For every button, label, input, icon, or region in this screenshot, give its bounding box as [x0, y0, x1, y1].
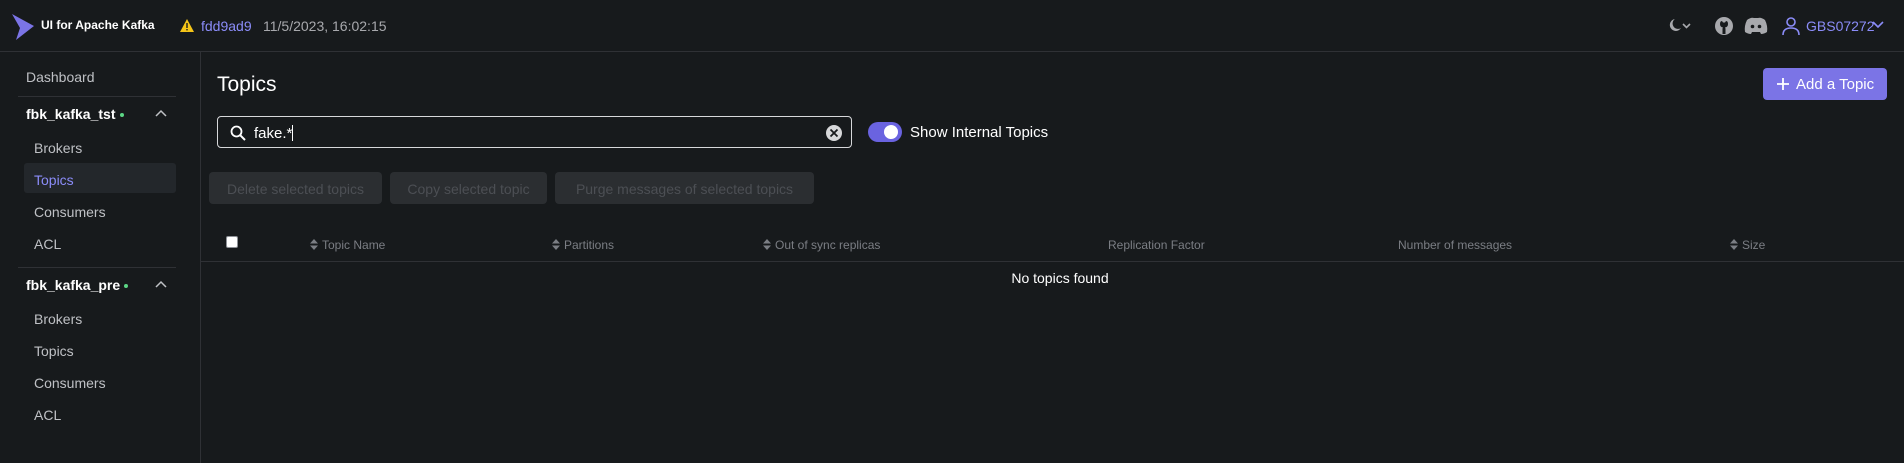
- column-size[interactable]: Size: [1730, 238, 1765, 252]
- column-label: Partitions: [564, 238, 615, 252]
- warning-icon: [180, 19, 194, 32]
- sidebar-item-acl[interactable]: ACL: [34, 407, 61, 423]
- sidebar-item-brokers[interactable]: Brokers: [34, 311, 82, 327]
- sort-icon: [1730, 239, 1738, 250]
- empty-table-message: No topics found: [1011, 270, 1109, 286]
- chevron-down-icon[interactable]: [1872, 20, 1884, 30]
- toggle-label: Show Internal Topics: [910, 124, 1049, 141]
- sidebar-item-brokers[interactable]: Brokers: [34, 140, 82, 156]
- column-partitions[interactable]: Partitions: [552, 238, 614, 252]
- column-topic-name[interactable]: Topic Name: [310, 238, 385, 252]
- github-icon[interactable]: [1714, 16, 1734, 36]
- sidebar-item-topics[interactable]: Topics: [34, 172, 74, 188]
- column-number-of-messages: Number of messages: [1398, 238, 1513, 252]
- table-header: Topic Name Partitions Out of sync replic…: [201, 230, 1904, 262]
- search-text: fake.*: [254, 125, 293, 142]
- column-label: Out of sync replicas: [775, 238, 881, 252]
- column-label: Size: [1742, 238, 1766, 252]
- divider: [18, 267, 176, 268]
- show-internal-topics-toggle[interactable]: [868, 122, 902, 142]
- kafka-logo-icon[interactable]: [10, 14, 34, 40]
- toggle-knob: [884, 125, 898, 139]
- sidebar-item-consumers[interactable]: Consumers: [34, 375, 106, 391]
- commit-link[interactable]: fdd9ad9: [201, 18, 252, 34]
- delete-selected-topics-button[interactable]: Delete selected topics: [209, 172, 382, 204]
- moon-icon: [1669, 19, 1691, 31]
- sort-icon: [763, 239, 771, 250]
- column-out-of-sync-replicas[interactable]: Out of sync replicas: [763, 238, 880, 252]
- cluster-fbk-kafka-tst[interactable]: fbk_kafka_tst: [26, 106, 124, 122]
- plus-icon: [1777, 78, 1789, 90]
- user-name[interactable]: GBS07272: [1806, 18, 1875, 34]
- online-status-icon: [119, 113, 124, 118]
- add-topic-button[interactable]: Add a Topic: [1763, 68, 1887, 100]
- search-input[interactable]: fake.*: [217, 116, 852, 148]
- column-label: Topic Name: [322, 238, 386, 252]
- top-navbar: UI for Apache Kafka fdd9ad9 11/5/2023, 1…: [0, 0, 1904, 52]
- sidebar-item-consumers[interactable]: Consumers: [34, 204, 106, 220]
- search-icon: [230, 125, 246, 141]
- theme-toggle[interactable]: [1666, 16, 1692, 39]
- divider: [18, 96, 176, 97]
- purge-messages-button[interactable]: Purge messages of selected topics: [555, 172, 814, 204]
- cluster-name: fbk_kafka_tst: [26, 106, 116, 122]
- user-icon: [1782, 17, 1800, 36]
- sort-icon: [552, 239, 560, 250]
- user-menu[interactable]: [1781, 16, 1801, 39]
- sidebar-item-acl[interactable]: ACL: [34, 236, 61, 252]
- sort-icon: [310, 239, 318, 250]
- column-replication-factor: Replication Factor: [1108, 238, 1205, 252]
- commit-date: 11/5/2023, 16:02:15: [263, 18, 387, 34]
- select-all-checkbox[interactable]: [226, 236, 238, 248]
- page-title: Topics: [217, 73, 277, 96]
- search-value: fake.*: [254, 125, 294, 142]
- add-topic-label: Add a Topic: [1796, 76, 1875, 93]
- sidebar-item-dashboard[interactable]: Dashboard: [26, 69, 95, 85]
- discord-icon[interactable]: [1744, 16, 1768, 36]
- chevron-up-icon[interactable]: [155, 109, 167, 119]
- text-caret: [292, 125, 294, 141]
- clear-icon[interactable]: [825, 124, 843, 142]
- copy-selected-topic-button[interactable]: Copy selected topic: [390, 172, 547, 204]
- sidebar-item-topics[interactable]: Topics: [34, 343, 74, 359]
- brand-name[interactable]: UI for Apache Kafka: [41, 18, 155, 32]
